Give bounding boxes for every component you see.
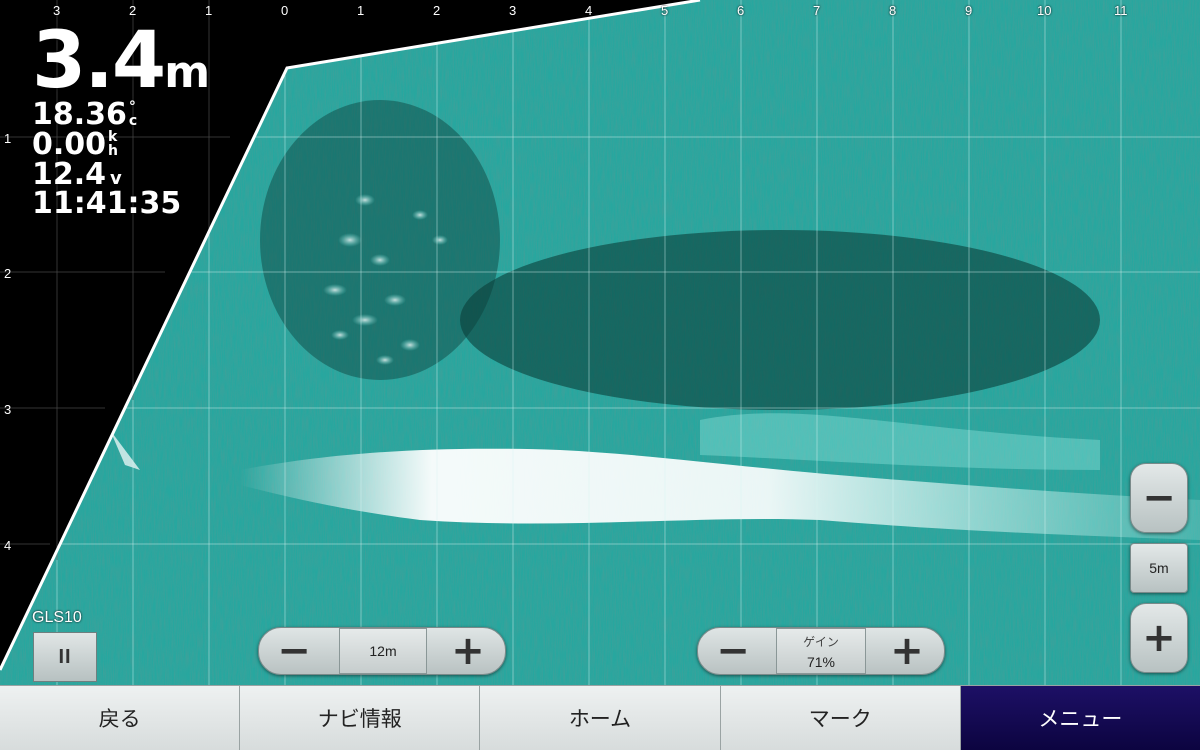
top-axis-label: 7 (813, 3, 821, 18)
mark-button[interactable]: マーク (720, 685, 961, 750)
sonar-display[interactable] (0, 0, 1200, 685)
range-control: − 12m + (258, 627, 506, 675)
top-axis-label: 6 (737, 3, 745, 18)
zoom-in-button[interactable]: + (1130, 603, 1188, 673)
depth-unit: m (164, 47, 211, 98)
zoom-out-button[interactable]: − (1130, 463, 1188, 533)
home-button[interactable]: ホーム (480, 685, 721, 750)
plus-icon: + (890, 628, 924, 674)
range-value: 12m (339, 628, 427, 674)
left-axis-label: 3 (4, 402, 12, 417)
pause-icon: II (58, 645, 72, 668)
pause-button[interactable]: II (33, 632, 97, 682)
top-axis-label: 1 (205, 3, 213, 18)
zoom-value: 5m (1130, 543, 1188, 593)
gain-control: − ゲイン 71% + (697, 627, 945, 675)
plus-icon: + (451, 628, 485, 674)
gain-decrease-button[interactable]: − (700, 628, 766, 674)
top-axis-label: 8 (889, 3, 897, 18)
left-axis-label: 2 (4, 266, 12, 281)
top-axis-label: 5 (661, 3, 669, 18)
range-decrease-button[interactable]: − (261, 628, 327, 674)
left-axis-label: 1 (4, 131, 12, 146)
top-axis-label: 0 (281, 3, 289, 18)
minus-icon: − (277, 628, 311, 674)
menu-button[interactable]: メニュー (960, 685, 1200, 750)
top-axis-label: 2 (433, 3, 441, 18)
top-axis-label: 4 (585, 3, 593, 18)
left-axis-label: 4 (4, 538, 12, 553)
top-axis-label: 9 (965, 3, 973, 18)
time-value: 11:41:35 (32, 186, 182, 221)
speed-readout: 0.00 k h (32, 130, 118, 160)
temperature-readout: 18.36 ° c (32, 100, 137, 130)
top-axis-label: 3 (509, 3, 517, 18)
top-axis-label: 10 (1037, 3, 1052, 18)
depth-value: 3.4 (32, 16, 166, 106)
back-button[interactable]: 戻る (0, 685, 241, 750)
navi-info-button[interactable]: ナビ情報 (240, 685, 481, 750)
speed-unit: kh (108, 129, 118, 159)
top-axis-label: 1 (357, 3, 365, 18)
minus-icon: − (1142, 475, 1176, 521)
time-readout: 11:41:35 (32, 189, 181, 219)
depth-readout: 3.4m (32, 22, 210, 100)
bottom-nav: 戻る ナビ情報 ホーム マーク メニュー (0, 685, 1200, 750)
temperature-unit: ° c (128, 99, 138, 129)
top-axis-label: 11 (1114, 3, 1128, 18)
range-increase-button[interactable]: + (435, 628, 501, 674)
gain-increase-button[interactable]: + (874, 628, 940, 674)
plus-icon: + (1142, 615, 1176, 661)
gain-value: ゲイン 71% (776, 628, 866, 674)
source-label: GLS10 (32, 609, 82, 626)
minus-icon: − (716, 628, 750, 674)
